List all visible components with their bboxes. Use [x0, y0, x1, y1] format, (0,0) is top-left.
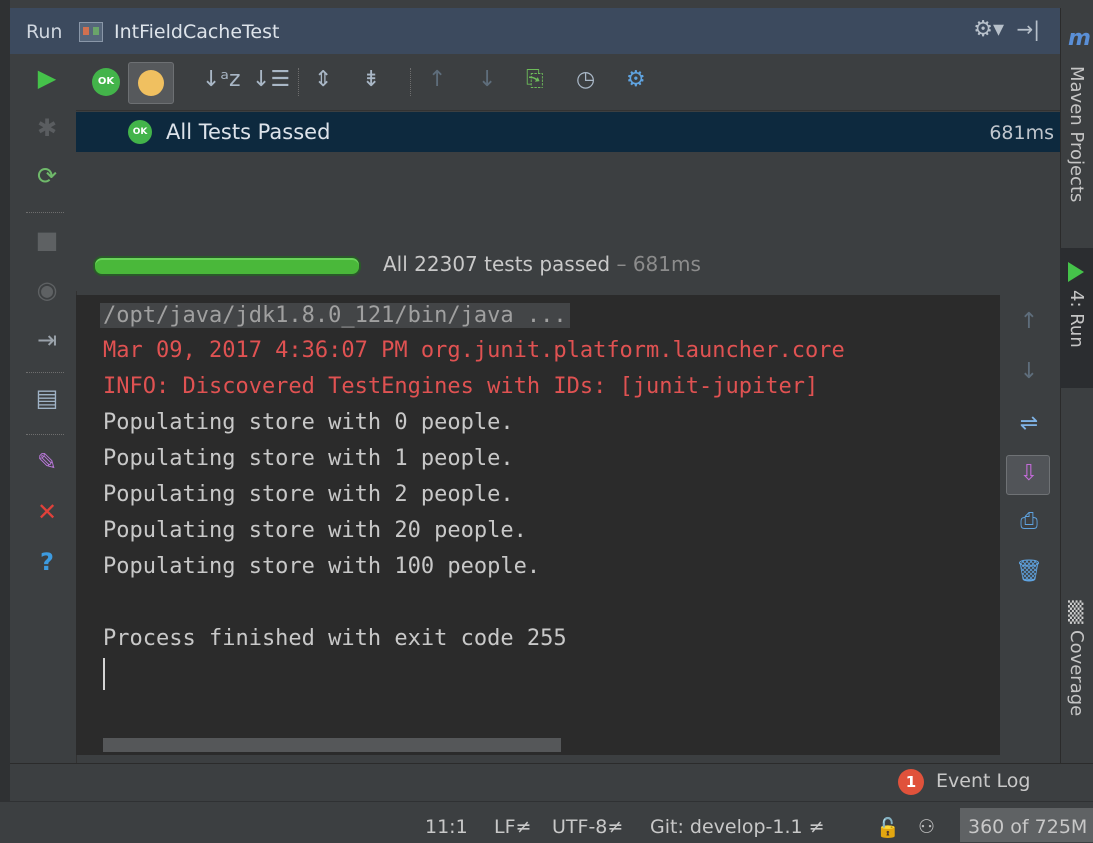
console-line: Mar 09, 2017 4:36:07 PM org.junit.platfo… — [103, 338, 845, 363]
hide-icon[interactable]: →| — [1017, 17, 1041, 41]
exit-icon[interactable]: ⇥ — [32, 326, 62, 354]
console-output[interactable]: /opt/java/jdk1.8.0_121/bin/java ... Mar … — [76, 295, 1000, 755]
console-line: Populating store with 2 people. — [103, 482, 514, 507]
separator — [26, 434, 64, 435]
print-icon[interactable]: ⎙ — [1014, 509, 1044, 534]
sort-alpha-icon[interactable]: ↓ᵃz — [202, 67, 241, 92]
separator — [26, 212, 64, 213]
rerun-icon[interactable]: ⟳ — [32, 162, 62, 190]
event-count-badge: 1 — [898, 769, 924, 795]
coverage-icon: ▒ — [1068, 600, 1084, 624]
console-command-line[interactable]: /opt/java/jdk1.8.0_121/bin/java ... — [100, 303, 570, 328]
run-tab-label[interactable]: 4: Run — [1066, 290, 1087, 348]
expand-all-icon[interactable]: ⇕ — [314, 67, 332, 92]
debug-icon[interactable]: ✱ — [32, 114, 62, 142]
prev-failed-icon[interactable]: ↑ — [428, 67, 446, 92]
next-failed-icon[interactable]: ↓ — [478, 67, 496, 92]
run-label: Run — [26, 21, 63, 43]
close-icon[interactable]: ✕ — [32, 498, 62, 526]
stop-icon[interactable]: ■ — [32, 226, 62, 254]
run-tab-title[interactable]: IntFieldCacheTest — [114, 21, 279, 43]
run-config-icon — [79, 22, 103, 42]
clear-all-icon[interactable]: 🗑 — [1014, 559, 1044, 584]
maven-icon: m — [1068, 26, 1091, 51]
console-exit-line: Process finished with exit code 255 — [103, 626, 567, 651]
memory-text: 360 of 725M — [968, 816, 1088, 838]
lock-icon[interactable]: 🔓 — [876, 816, 900, 839]
run-icon — [1068, 262, 1084, 282]
sort-duration-icon[interactable]: ↓☰ — [252, 67, 290, 92]
horizontal-scrollbar[interactable] — [103, 738, 561, 752]
console-toolbar: ↑ ↓ ⇌ ⇩ ⎙ 🗑 — [1000, 295, 1060, 755]
gear-icon[interactable]: ⚙▾ — [973, 17, 1004, 42]
maven-projects-tab[interactable]: Maven Projects — [1066, 66, 1087, 202]
coverage-tab[interactable]: Coverage — [1066, 630, 1087, 716]
settings-icon[interactable]: ⚙ — [626, 67, 646, 92]
collapse-all-icon[interactable]: ⇟ — [362, 67, 380, 92]
separator — [298, 68, 299, 96]
pin-icon[interactable]: ✎ — [32, 448, 62, 476]
help-icon[interactable]: ? — [32, 548, 62, 576]
test-progress-bar — [93, 256, 361, 276]
text-caret — [103, 658, 105, 690]
passed-icon: OK — [128, 120, 152, 144]
test-summary: All 22307 tests passed – 681ms — [383, 252, 701, 276]
line-separator-selector[interactable]: LF≠ — [494, 816, 531, 838]
soft-wrap-icon[interactable]: ⇌ — [1014, 411, 1044, 436]
history-icon[interactable]: ◷ — [576, 67, 595, 92]
test-tree-root-row[interactable]: OK All Tests Passed 681ms — [76, 112, 1060, 152]
console-line: Populating store with 1 people. — [103, 446, 514, 471]
event-log-tab[interactable]: Event Log — [936, 770, 1030, 792]
tree-root-label: All Tests Passed — [166, 120, 331, 144]
console-line: INFO: Discovered TestEngines with IDs: [… — [103, 374, 819, 399]
inspector-icon[interactable]: ⚇ — [918, 816, 935, 838]
down-stack-icon[interactable]: ↓ — [1014, 359, 1044, 384]
left-edge — [0, 0, 10, 801]
encoding-selector[interactable]: UTF-8≠ — [552, 816, 623, 838]
export-icon[interactable]: ⎘ — [526, 67, 544, 92]
event-log-bar: 1 Event Log — [10, 763, 1093, 802]
test-runner-toolbar: OK ↓ᵃz ↓☰ ⇕ ⇟ ↑ ↓ ⎘ ◷ ⚙ — [76, 54, 1060, 111]
separator — [26, 372, 64, 373]
test-summary-text: All 22307 tests passed — [383, 252, 611, 276]
tree-root-time: 681ms — [989, 122, 1054, 144]
console-line: Populating store with 20 people. — [103, 518, 527, 543]
run-tool-header: Run IntFieldCacheTest ⚙▾ →| — [10, 8, 1060, 55]
run-icon[interactable]: ▶ — [32, 64, 62, 92]
git-branch-selector[interactable]: Git: develop-1.1 ≠ — [650, 816, 825, 838]
scroll-to-end-icon: ⇩ — [1019, 461, 1039, 486]
left-run-toolbar: ▶ ✱ ⟳ ■ ◉ ⇥ ▤ ✎ ✕ ? — [10, 54, 77, 763]
status-bar: 11:1 LF≠ UTF-8≠ Git: develop-1.1 ≠ 🔓 ⚇ 3… — [0, 801, 1093, 843]
separator — [410, 68, 411, 96]
console-line: Populating store with 0 people. — [103, 410, 514, 435]
test-summary-time: – 681ms — [616, 252, 701, 276]
show-ignored-icon[interactable] — [128, 62, 174, 104]
caret-position[interactable]: 11:1 — [425, 816, 468, 838]
show-passed-icon[interactable]: OK — [92, 68, 120, 96]
console-line: Populating store with 100 people. — [103, 554, 541, 579]
dump-threads-icon[interactable]: ◉ — [32, 276, 62, 304]
up-stack-icon[interactable]: ↑ — [1014, 309, 1044, 334]
layout-icon[interactable]: ▤ — [32, 384, 62, 412]
